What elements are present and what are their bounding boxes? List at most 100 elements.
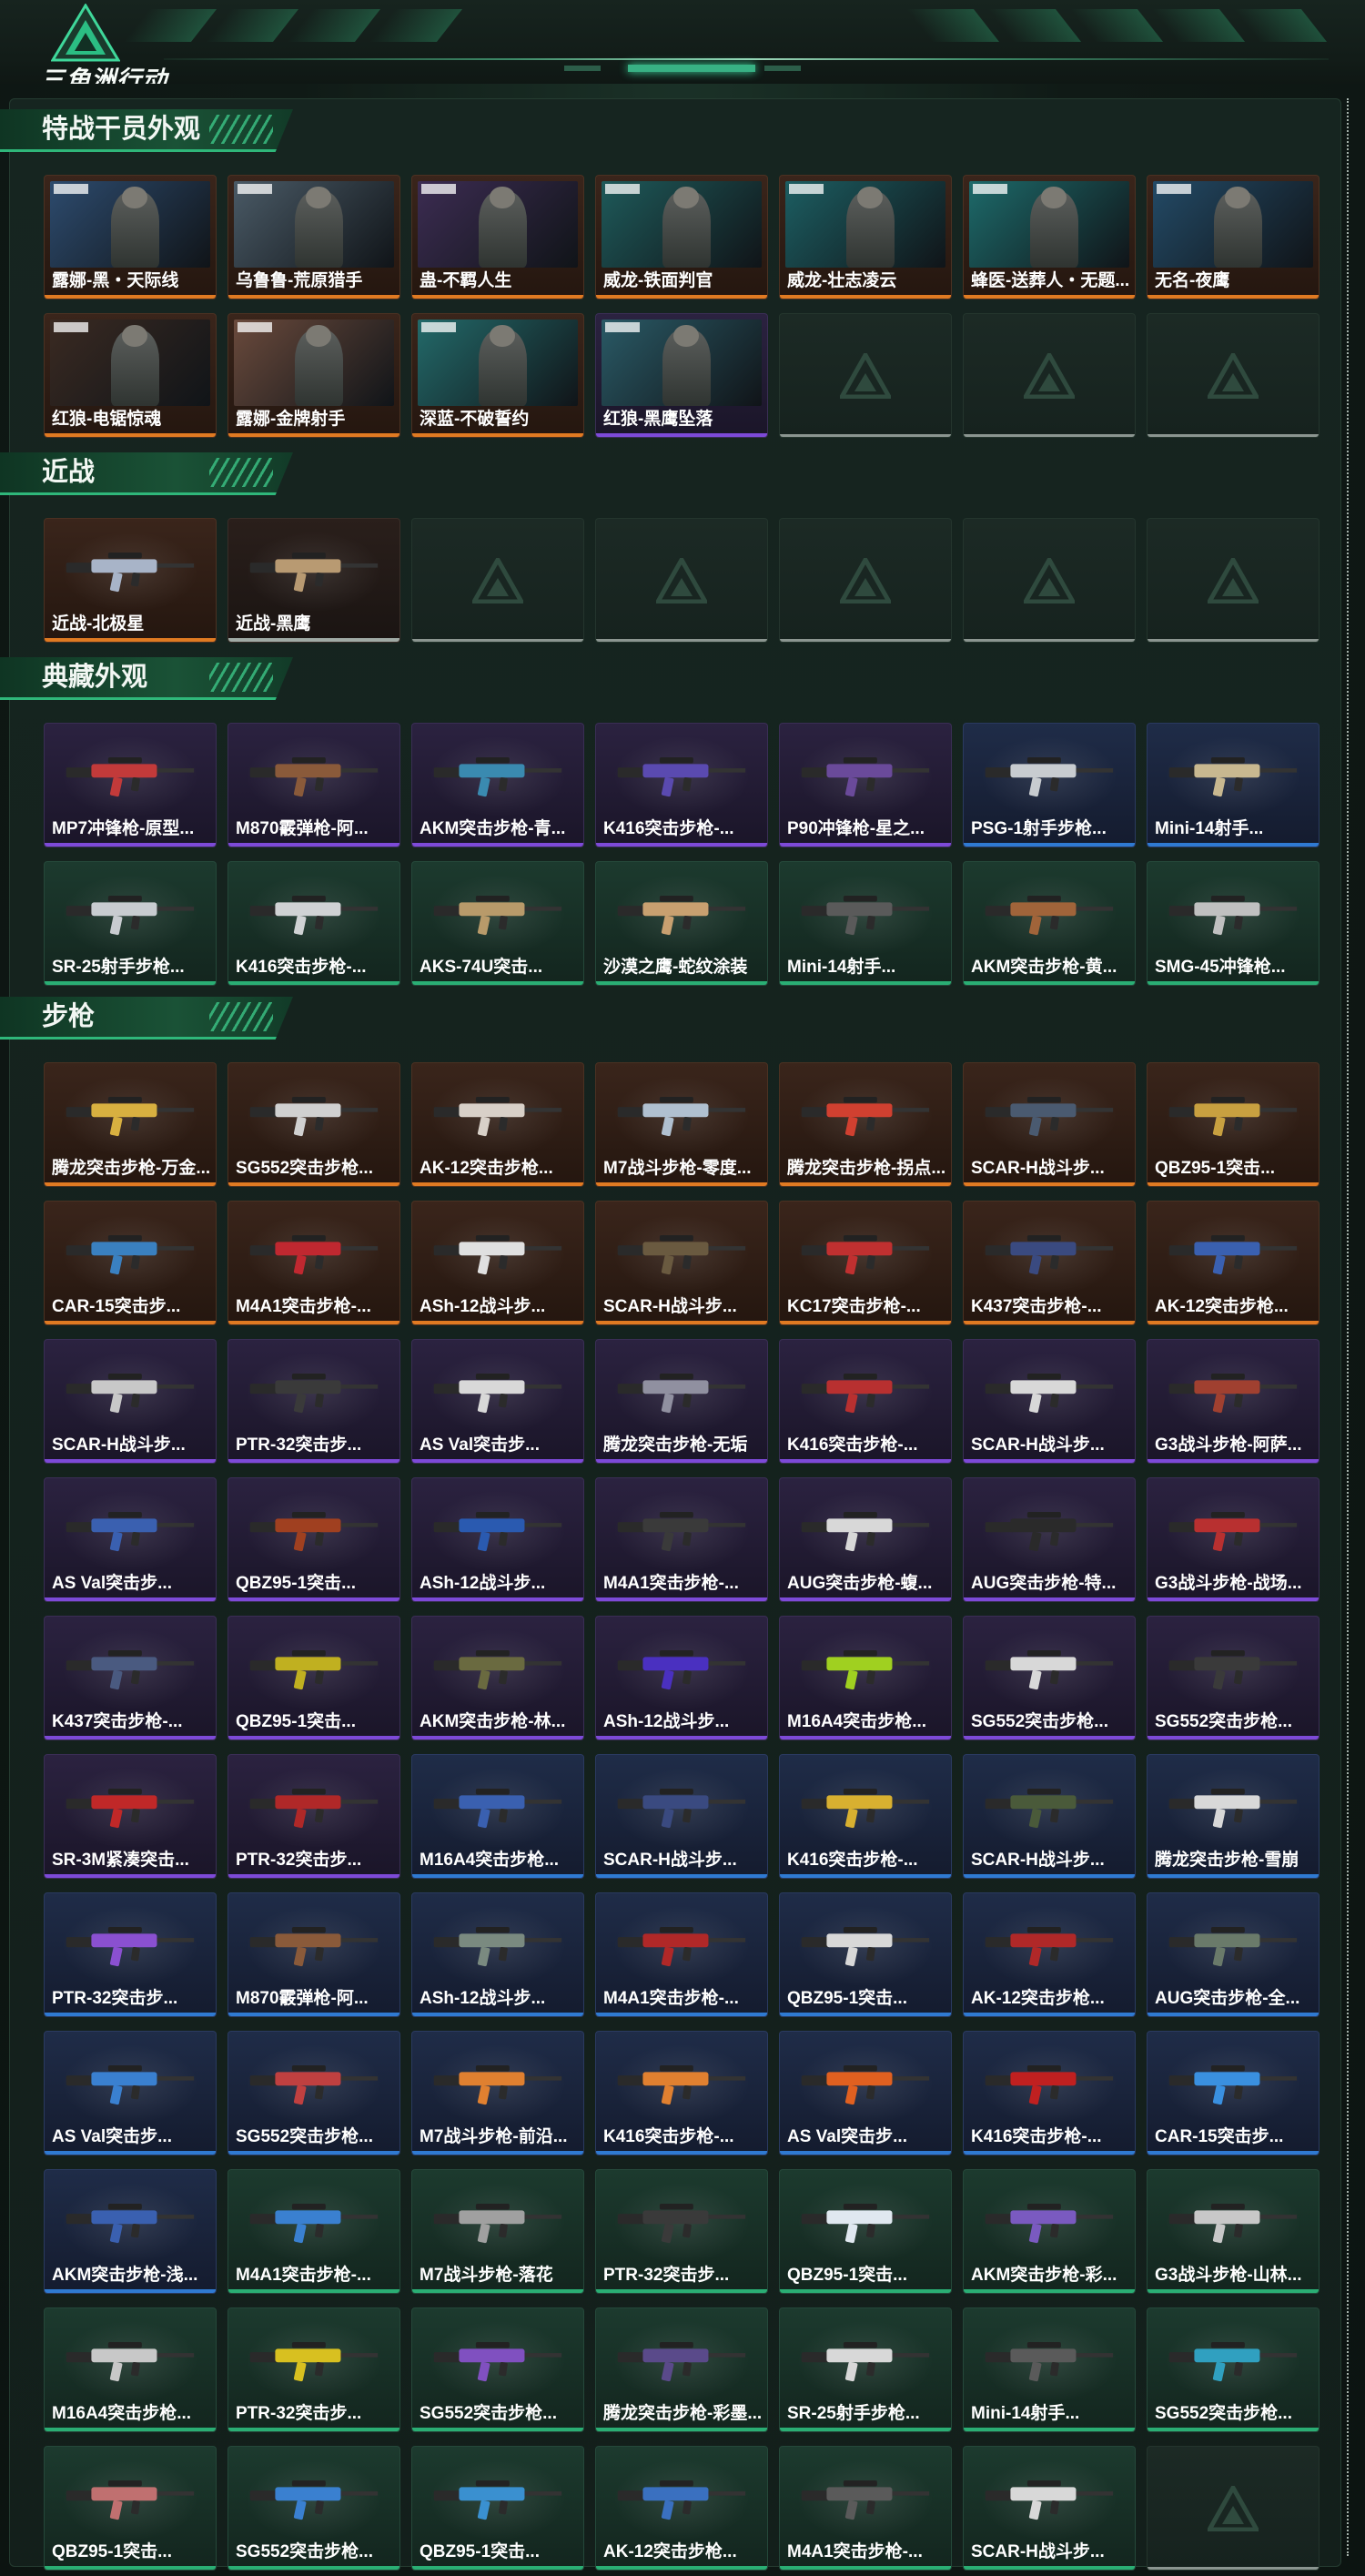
weapon-skin-card[interactable]: M870霰弹枪-阿... xyxy=(228,723,400,847)
weapon-skin-card[interactable]: SCAR-H战斗步... xyxy=(963,1062,1136,1187)
weapon-skin-card[interactable]: Mini-14射手... xyxy=(779,861,952,986)
weapon-skin-card[interactable]: SCAR-H战斗步... xyxy=(595,1754,768,1879)
weapon-skin-card[interactable]: QBZ95-1突击... xyxy=(411,2446,584,2571)
weapon-skin-card[interactable]: 腾龙突击步枪-雪崩 xyxy=(1147,1754,1320,1879)
weapon-skin-card[interactable]: AKM突击步枪-青... xyxy=(411,723,584,847)
weapon-skin-card[interactable]: SG552突击步枪... xyxy=(228,1062,400,1187)
operator-skin-card[interactable]: 蛊-不羁人生 xyxy=(411,175,584,299)
weapon-skin-card[interactable]: M4A1突击步枪-... xyxy=(228,2169,400,2294)
weapon-skin-card[interactable]: AS Val突击步... xyxy=(44,2031,217,2155)
weapon-skin-card[interactable]: SG552突击步枪... xyxy=(1147,1616,1320,1740)
weapon-skin-card[interactable]: AS Val突击步... xyxy=(779,2031,952,2155)
weapon-skin-card[interactable]: KC17突击步枪-... xyxy=(779,1201,952,1325)
weapon-skin-card[interactable]: AKS-74U突击... xyxy=(411,861,584,986)
weapon-skin-card[interactable]: QBZ95-1突击... xyxy=(228,1616,400,1740)
weapon-skin-card[interactable]: G3战斗步枪-战场... xyxy=(1147,1477,1320,1602)
weapon-skin-card[interactable]: AK-12突击步枪... xyxy=(411,1062,584,1187)
operator-skin-card[interactable]: 红狼-黑鹰坠落 xyxy=(595,313,768,438)
weapon-skin-card[interactable]: M16A4突击步枪... xyxy=(44,2307,217,2432)
weapon-skin-card[interactable]: SG552突击步枪... xyxy=(1147,2307,1320,2432)
weapon-skin-card[interactable]: AKM突击步枪-浅... xyxy=(44,2169,217,2294)
weapon-skin-card[interactable]: ASh-12战斗步... xyxy=(595,1616,768,1740)
operator-skin-card[interactable]: 无名-夜鹰 xyxy=(1147,175,1320,299)
weapon-skin-card[interactable]: QBZ95-1突击... xyxy=(228,1477,400,1602)
weapon-skin-card[interactable]: QBZ95-1突击... xyxy=(44,2446,217,2571)
weapon-skin-card[interactable]: ASh-12战斗步... xyxy=(411,1892,584,2017)
weapon-skin-card[interactable]: CAR-15突击步... xyxy=(44,1201,217,1325)
weapon-skin-card[interactable]: 腾龙突击步枪-万金... xyxy=(44,1062,217,1187)
weapon-skin-card[interactable]: K416突击步枪-... xyxy=(595,723,768,847)
weapon-skin-card[interactable]: AK-12突击步枪... xyxy=(595,2446,768,2571)
weapon-skin-card[interactable]: AS Val突击步... xyxy=(411,1339,584,1464)
weapon-skin-card[interactable]: PTR-32突击步... xyxy=(228,1339,400,1464)
weapon-skin-card[interactable]: K416突击步枪-... xyxy=(963,2031,1136,2155)
weapon-skin-card[interactable]: SCAR-H战斗步... xyxy=(963,1339,1136,1464)
weapon-skin-card[interactable]: SG552突击步枪... xyxy=(963,1616,1136,1740)
weapon-skin-card[interactable]: AKM突击步枪-彩... xyxy=(963,2169,1136,2294)
weapon-skin-card[interactable]: Mini-14射手... xyxy=(1147,723,1320,847)
weapon-skin-card[interactable]: 腾龙突击步枪-无垢 xyxy=(595,1339,768,1464)
weapon-skin-card[interactable]: Mini-14射手... xyxy=(963,2307,1136,2432)
scrollbar[interactable] xyxy=(1347,98,1354,2556)
weapon-skin-card[interactable]: M4A1突击步枪-... xyxy=(595,1892,768,2017)
operator-skin-card[interactable]: 露娜-金牌射手 xyxy=(228,313,400,438)
weapon-skin-card[interactable]: 腾龙突击步枪-彩墨... xyxy=(595,2307,768,2432)
melee-skin-card[interactable]: 近战-黑鹰 xyxy=(228,518,400,643)
weapon-skin-card[interactable]: G3战斗步枪-阿萨... xyxy=(1147,1339,1320,1464)
operator-skin-card[interactable]: 深蓝-不破誓约 xyxy=(411,313,584,438)
operator-skin-card[interactable]: 威龙-铁面判官 xyxy=(595,175,768,299)
weapon-skin-card[interactable]: M16A4突击步枪... xyxy=(411,1754,584,1879)
operator-skin-card[interactable]: 威龙-壮志凌云 xyxy=(779,175,952,299)
weapon-skin-card[interactable]: SCAR-H战斗步... xyxy=(595,1201,768,1325)
weapon-skin-card[interactable]: AS Val突击步... xyxy=(44,1477,217,1602)
weapon-skin-card[interactable]: AK-12突击步枪... xyxy=(1147,1201,1320,1325)
weapon-skin-card[interactable]: M4A1突击步枪-... xyxy=(779,2446,952,2571)
operator-skin-card[interactable]: 乌鲁鲁-荒原猎手 xyxy=(228,175,400,299)
weapon-skin-card[interactable]: SR-25射手步枪... xyxy=(779,2307,952,2432)
weapon-skin-card[interactable]: PSG-1射手步枪... xyxy=(963,723,1136,847)
weapon-skin-card[interactable]: SR-25射手步枪... xyxy=(44,861,217,986)
weapon-skin-card[interactable]: PTR-32突击步... xyxy=(228,2307,400,2432)
weapon-skin-card[interactable]: AUG突击步枪-全... xyxy=(1147,1892,1320,2017)
weapon-skin-card[interactable]: QBZ95-1突击... xyxy=(1147,1062,1320,1187)
operator-skin-card[interactable]: 露娜-黑・天际线 xyxy=(44,175,217,299)
operator-skin-card[interactable]: 蜂医-送葬人・无题... xyxy=(963,175,1136,299)
weapon-skin-card[interactable]: PTR-32突击步... xyxy=(595,2169,768,2294)
weapon-skin-card[interactable]: PTR-32突击步... xyxy=(44,1892,217,2017)
weapon-skin-card[interactable]: AUG突击步枪-蝮... xyxy=(779,1477,952,1602)
weapon-skin-card[interactable]: ASh-12战斗步... xyxy=(411,1477,584,1602)
weapon-skin-card[interactable]: K437突击步枪-... xyxy=(44,1616,217,1740)
weapon-skin-card[interactable]: M7战斗步枪-落花 xyxy=(411,2169,584,2294)
weapon-skin-card[interactable]: QBZ95-1突击... xyxy=(779,1892,952,2017)
weapon-skin-card[interactable]: CAR-15突击步... xyxy=(1147,2031,1320,2155)
weapon-skin-card[interactable]: M4A1突击步枪-... xyxy=(595,1477,768,1602)
weapon-skin-card[interactable]: SR-3M紧凑突击... xyxy=(44,1754,217,1879)
weapon-skin-card[interactable]: G3战斗步枪-山林... xyxy=(1147,2169,1320,2294)
weapon-skin-card[interactable]: PTR-32突击步... xyxy=(228,1754,400,1879)
weapon-skin-card[interactable]: M870霰弹枪-阿... xyxy=(228,1892,400,2017)
weapon-skin-card[interactable]: SMG-45冲锋枪... xyxy=(1147,861,1320,986)
weapon-skin-card[interactable]: SG552突击步枪... xyxy=(228,2031,400,2155)
melee-skin-card[interactable]: 近战-北极星 xyxy=(44,518,217,643)
weapon-skin-card[interactable]: AKM突击步枪-黄... xyxy=(963,861,1136,986)
weapon-skin-card[interactable]: QBZ95-1突击... xyxy=(779,2169,952,2294)
weapon-skin-card[interactable]: ASh-12战斗步... xyxy=(411,1201,584,1325)
weapon-skin-card[interactable]: SCAR-H战斗步... xyxy=(44,1339,217,1464)
weapon-skin-card[interactable]: M16A4突击步枪... xyxy=(779,1616,952,1740)
weapon-skin-card[interactable]: M7战斗步枪-前沿... xyxy=(411,2031,584,2155)
weapon-skin-card[interactable]: 沙漠之鹰-蛇纹涂装 xyxy=(595,861,768,986)
operator-skin-card[interactable]: 红狼-电锯惊魂 xyxy=(44,313,217,438)
weapon-skin-card[interactable]: K416突击步枪-... xyxy=(228,861,400,986)
weapon-skin-card[interactable]: SCAR-H战斗步... xyxy=(963,2446,1136,2571)
weapon-skin-card[interactable]: SG552突击步枪... xyxy=(411,2307,584,2432)
weapon-skin-card[interactable]: SG552突击步枪... xyxy=(228,2446,400,2571)
weapon-skin-card[interactable]: M4A1突击步枪-... xyxy=(228,1201,400,1325)
weapon-skin-card[interactable]: 腾龙突击步枪-拐点... xyxy=(779,1062,952,1187)
weapon-skin-card[interactable]: AK-12突击步枪... xyxy=(963,1892,1136,2017)
weapon-skin-card[interactable]: K416突击步枪-... xyxy=(779,1754,952,1879)
weapon-skin-card[interactable]: MP7冲锋枪-原型... xyxy=(44,723,217,847)
weapon-skin-card[interactable]: SCAR-H战斗步... xyxy=(963,1754,1136,1879)
weapon-skin-card[interactable]: K416突击步枪-... xyxy=(779,1339,952,1464)
weapon-skin-card[interactable]: K416突击步枪-... xyxy=(595,2031,768,2155)
weapon-skin-card[interactable]: AUG突击步枪-特... xyxy=(963,1477,1136,1602)
